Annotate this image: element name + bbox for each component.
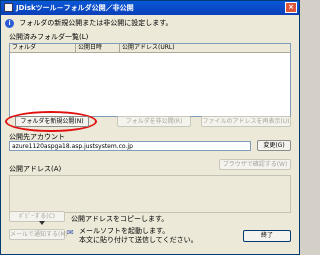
new-publish-button[interactable]: フォルダを新規公開(N) <box>15 116 89 127</box>
open-browser-button[interactable]: ブラウザで確認する(W) <box>219 159 291 170</box>
mail-icon: ✉ <box>67 228 74 237</box>
list-header: フォルダ 公開日時 公開アドレス(URL) <box>10 44 290 53</box>
close-button[interactable]: 終了 <box>243 230 291 242</box>
column-url[interactable]: 公開アドレス(URL) <box>120 44 290 52</box>
url-textarea[interactable] <box>9 175 291 213</box>
published-folder-list[interactable]: フォルダ 公開日時 公開アドレス(URL) <box>9 43 291 117</box>
unpublish-button[interactable]: フォルダを非公開(R) <box>117 116 191 127</box>
title-bar: JDiskツール－フォルダ公開／非公開 × <box>1 1 299 15</box>
send-mail-button[interactable]: メールで通知する(M) <box>9 229 68 240</box>
account-field[interactable]: azure1120aspga18.asp.justsystem.co.jp <box>9 141 251 151</box>
reshow-address-button[interactable]: ファイルのアドレスを再表示(U) <box>201 116 291 127</box>
change-button[interactable]: 変更(G) <box>257 140 291 151</box>
url-label: 公開アドレス(A) <box>9 165 62 173</box>
close-icon[interactable]: × <box>285 2 297 13</box>
copy-hint: 公開アドレスをコピーします。 <box>71 215 169 223</box>
arrow-down-icon <box>39 221 45 225</box>
dialog-window: JDiskツール－フォルダ公開／非公開 × i フォルダの新規公開または非公開に… <box>0 0 300 255</box>
column-date[interactable]: 公開日時 <box>76 44 120 52</box>
info-message: フォルダの新規公開または非公開に設定します。 <box>19 19 173 27</box>
info-message-row: i フォルダの新規公開または非公開に設定します。 <box>5 18 173 28</box>
column-folder[interactable]: フォルダ <box>10 44 76 52</box>
published-list-label: 公開済みフォルダ一覧(L) <box>9 33 89 41</box>
mail-hint-line2: 本文に貼り付けて送信してください。 <box>79 236 198 244</box>
copy-button[interactable]: ﾎﾟﾋﾟｰする(C) <box>9 211 65 222</box>
window-title: JDiskツール－フォルダ公開／非公開 <box>16 4 134 12</box>
info-icon: i <box>5 18 14 28</box>
app-icon <box>4 3 13 12</box>
